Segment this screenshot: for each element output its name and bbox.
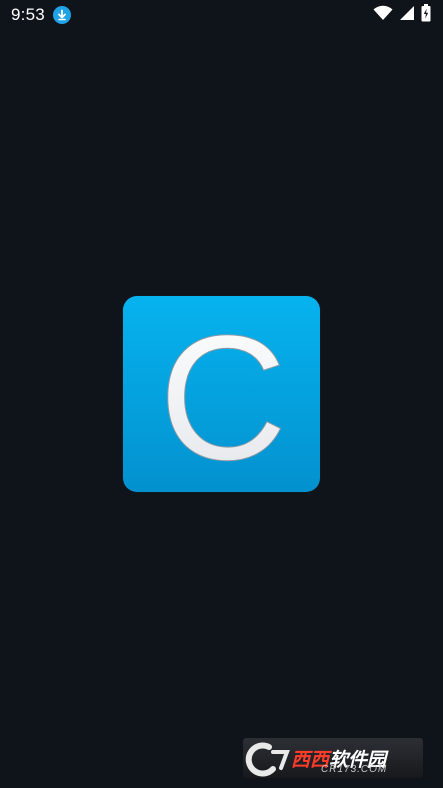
- clock: 9:53: [11, 5, 45, 24]
- status-bar: 9:53: [0, 0, 443, 30]
- watermark-domain: CR173.COM: [321, 764, 388, 775]
- wifi-icon: [373, 5, 393, 26]
- cellular-signal-icon: [399, 5, 415, 26]
- logo-letter: C: [159, 298, 288, 492]
- watermark-logo-icon: [245, 742, 290, 777]
- watermark: 西西软件园 CR173.COM: [243, 738, 423, 778]
- app-logo: C: [123, 296, 320, 492]
- download-icon: [52, 6, 71, 24]
- battery-charging-icon: [421, 3, 431, 27]
- status-right: [373, 3, 431, 27]
- c-letter-logo-icon: C: [158, 298, 288, 493]
- status-left: 9:53: [11, 5, 71, 25]
